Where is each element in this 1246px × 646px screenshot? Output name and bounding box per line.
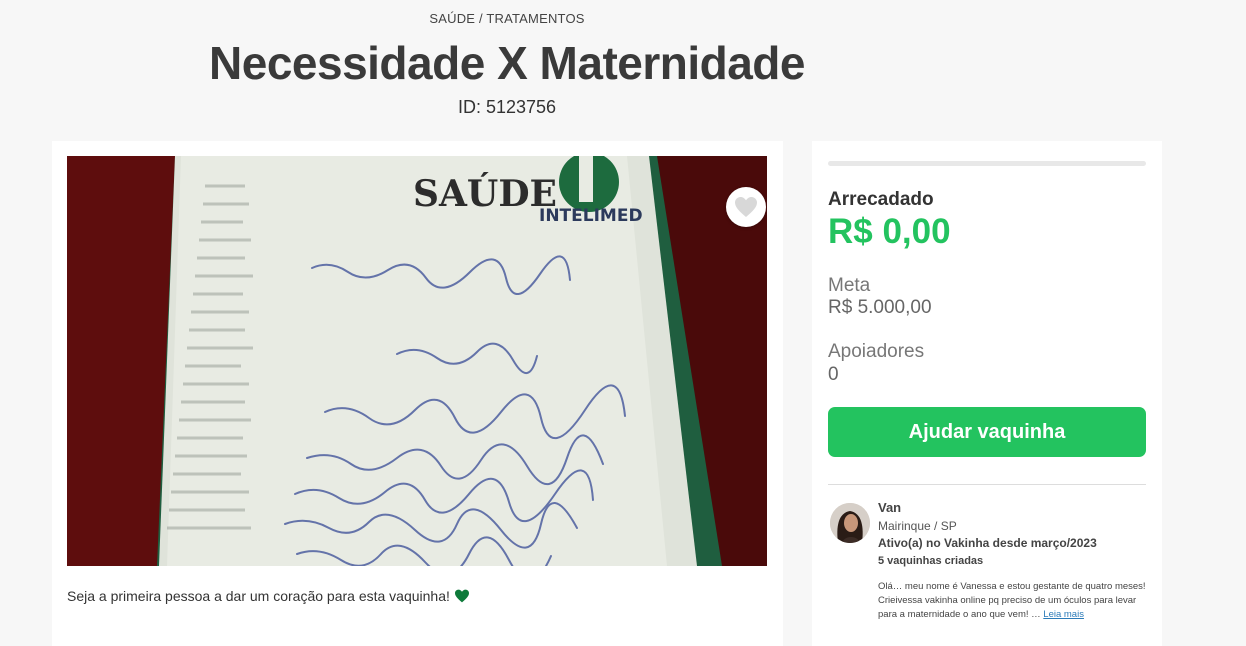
medical-report-photo: SAÚDE INTELIMED [67, 156, 767, 566]
owner-bio-text: Olá… meu nome é Vanessa e estou gestante… [878, 581, 1146, 620]
avatar-photo [830, 503, 870, 543]
goal-label: Meta [828, 275, 871, 296]
backers-label: Apoiadores [828, 341, 925, 362]
backers-value: 0 [828, 364, 839, 385]
green-heart-icon[interactable] [454, 589, 470, 603]
raised-value: R$ 0,00 [828, 212, 951, 251]
read-more-link[interactable]: Leia mais [1043, 609, 1084, 620]
owner-name[interactable]: Van [878, 500, 901, 515]
owner-active-since: Ativo(a) no Vakinha desde março/2023 [878, 536, 1097, 550]
favorite-button[interactable] [726, 187, 766, 227]
page-title: Necessidade X Maternidade [209, 37, 805, 89]
funding-progress-bar [828, 161, 1146, 166]
owner-avatar[interactable] [830, 503, 870, 543]
heart-prompt-text: Seja a primeira pessoa a dar um coração … [67, 588, 450, 604]
svg-text:INTELIMED: INTELIMED [539, 206, 643, 226]
campaign-photo: SAÚDE INTELIMED [67, 156, 767, 566]
goal-value: R$ 5.000,00 [828, 297, 932, 318]
campaign-id: ID: 5123756 [457, 97, 557, 117]
raised-label: Arrecadado [828, 189, 934, 210]
svg-text:SAÚDE: SAÚDE [413, 173, 557, 215]
divider [828, 484, 1146, 485]
owner-location: Mairinque / SP [878, 519, 957, 533]
breadcrumb-category[interactable]: SAÚDE / TRATAMENTOS [0, 11, 1014, 26]
heart-outline-icon [735, 197, 757, 217]
funding-card: Arrecadado R$ 0,00 Meta R$ 5.000,00 Apoi… [812, 141, 1162, 646]
heart-prompt: Seja a primeira pessoa a dar um coração … [67, 588, 470, 604]
owner-campaigns-count: 5 vaquinhas criadas [878, 555, 984, 567]
campaign-main-card: SAÚDE INTELIMED Seja a primeira pessoa a… [52, 141, 783, 646]
owner-bio: Olá… meu nome é Vanessa e estou gestante… [878, 580, 1156, 622]
donate-button[interactable]: Ajudar vaquinha [828, 407, 1146, 457]
